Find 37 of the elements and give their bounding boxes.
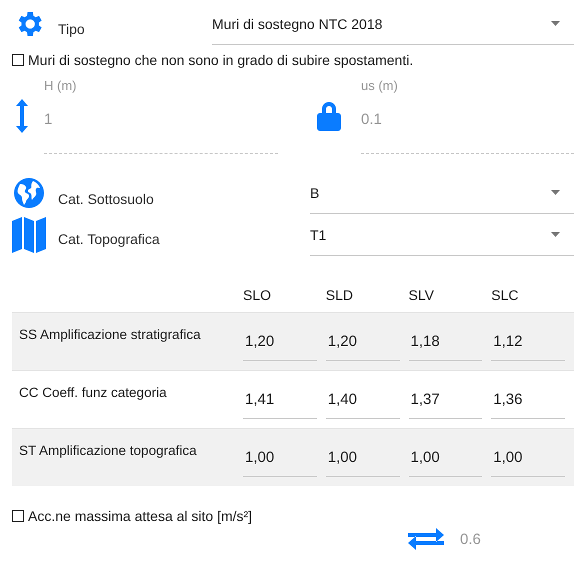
value-field[interactable]: 1,18 bbox=[408, 313, 482, 361]
acceleration-value: 0.6 bbox=[460, 530, 481, 548]
value-field[interactable]: 1,20 bbox=[326, 313, 400, 361]
column-header: SLO bbox=[243, 287, 272, 303]
category-select[interactable]: T1 bbox=[310, 214, 574, 256]
globe-icon bbox=[14, 178, 44, 208]
category-label: Cat. Sottosuolo bbox=[58, 191, 155, 207]
column-header: SLC bbox=[491, 287, 520, 303]
caret-icon bbox=[551, 190, 560, 195]
swap-icon bbox=[408, 526, 444, 552]
caret-icon bbox=[551, 21, 560, 26]
value-field[interactable]: 1,40 bbox=[326, 371, 400, 419]
value-field[interactable]: 1,41 bbox=[243, 371, 317, 419]
row-label: CC Coeff. funz categoria bbox=[18, 384, 168, 402]
value-field[interactable]: 1,00 bbox=[408, 429, 482, 477]
type-select[interactable]: Muri di sostegno NTC 2018 bbox=[212, 3, 574, 45]
value-field[interactable]: 1,00 bbox=[243, 429, 317, 477]
lock-icon bbox=[317, 101, 341, 131]
value-field[interactable]: 1,20 bbox=[243, 313, 317, 361]
type-label: Tipo bbox=[58, 21, 86, 37]
caret-icon bbox=[551, 232, 560, 237]
row-label: ST Amplificazione topografica bbox=[18, 442, 198, 460]
category-select[interactable]: B bbox=[310, 172, 574, 214]
value-field[interactable]: 1,00 bbox=[491, 429, 565, 477]
value-field[interactable]: 1,00 bbox=[326, 429, 400, 477]
checkbox-label: Muri di sostegno che non sono in grado di subire spostamenti. bbox=[28, 52, 414, 68]
category-label: Cat. Topografica bbox=[58, 231, 161, 247]
checkbox[interactable] bbox=[12, 54, 24, 66]
checkbox-label: Acc.ne massima attesa al sito [m/s²] bbox=[28, 508, 252, 524]
vertical-arrows-icon bbox=[16, 99, 28, 133]
column-header: SLD bbox=[326, 287, 354, 303]
value-field[interactable]: 1,37 bbox=[408, 371, 482, 419]
value-field[interactable]: 1,36 bbox=[491, 371, 565, 419]
value-field[interactable]: 1,12 bbox=[491, 313, 565, 361]
map-icon bbox=[12, 217, 46, 253]
row-label: SS Amplificazione stratigrafica bbox=[18, 326, 202, 344]
column-header: SLV bbox=[408, 287, 435, 303]
